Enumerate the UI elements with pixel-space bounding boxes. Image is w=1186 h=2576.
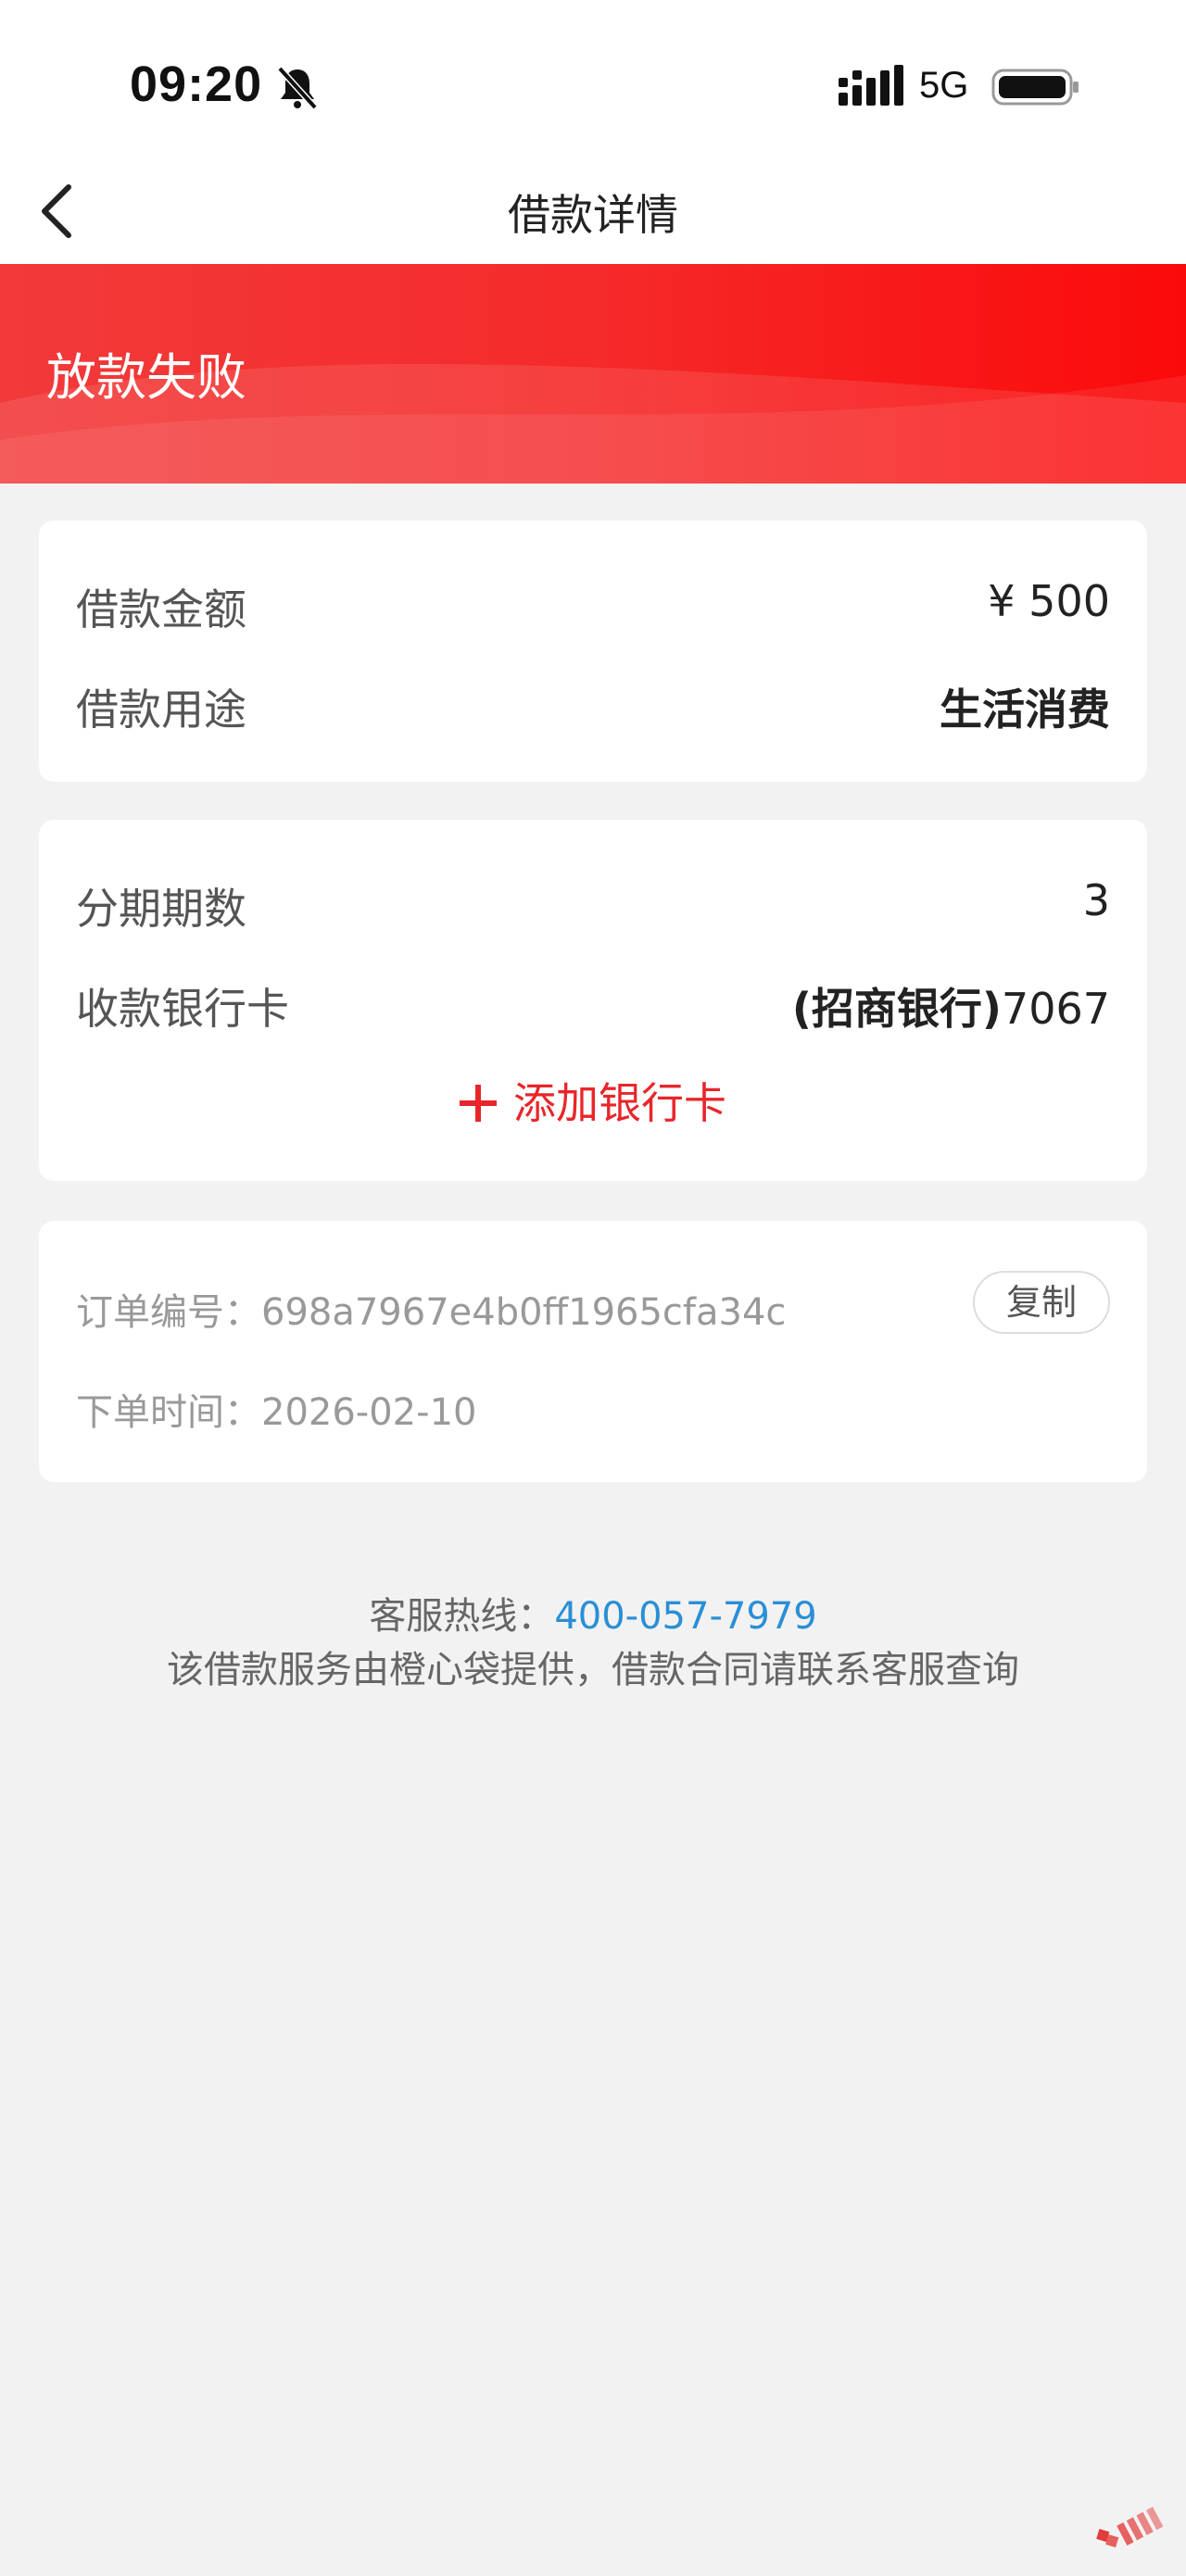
loan-info-card: 借款金额 ¥ 500 借款用途 生活消费 (39, 521, 1147, 782)
page-title: 借款详情 (508, 190, 678, 240)
order-number-value: 698a7967e4b0ff1965cfa34c (261, 1291, 787, 1334)
signal-icon (839, 65, 903, 106)
bell-muted-icon (277, 66, 318, 110)
add-bank-card-label: 添加银行卡 (513, 1078, 726, 1128)
status-time: 09:20 (130, 57, 263, 112)
loan-status-title: 放款失败 (46, 348, 246, 407)
order-time-row: 下单时间：2026-02-10 (76, 1382, 476, 1436)
loan-amount-value: ¥ 500 (988, 576, 1110, 626)
battery-icon (991, 69, 1079, 106)
installment-periods-value: 3 (1082, 875, 1110, 925)
order-number-row: 订单编号：698a7967e4b0ff1965cfa34c (76, 1282, 786, 1336)
add-bank-card-button[interactable]: 添加银行卡 (39, 1070, 1147, 1131)
hotline-label: 客服热线： (369, 1595, 555, 1638)
kanong-watermark-logo (1096, 2507, 1164, 2548)
bank-card-value: (招商银行)7067 (792, 975, 1110, 1037)
nav-bar: 借款详情 (0, 157, 1186, 264)
loan-detail-page: 09:20 5G 借款详情 放款失败 借款金额 ¥ 500 借款用途 生活消费 … (0, 0, 1186, 2576)
loan-amount-label: 借款金额 (76, 584, 246, 635)
installment-card: 分期期数 3 收款银行卡 (招商银行)7067 添加银行卡 (39, 820, 1147, 1181)
order-number-label: 订单编号： (76, 1291, 261, 1334)
hotline-number-link[interactable]: 400-057-7979 (554, 1595, 816, 1638)
bank-name: (招商银行) (791, 984, 1002, 1034)
network-type-label: 5G (919, 65, 969, 106)
bank-card-label: 收款银行卡 (76, 984, 289, 1034)
order-time-label: 下单时间： (76, 1391, 261, 1434)
order-info-card: 订单编号：698a7967e4b0ff1965cfa34c 复制 下单时间：20… (39, 1221, 1147, 1482)
bank-card-tail-number: 7067 (1001, 984, 1110, 1034)
plus-icon (460, 1085, 497, 1122)
copy-order-number-button[interactable]: 复制 (973, 1271, 1110, 1334)
order-time-value: 2026-02-10 (261, 1391, 477, 1434)
loan-purpose-label: 借款用途 (76, 685, 246, 735)
installment-periods-label: 分期期数 (76, 884, 246, 934)
loan-status-banner: 放款失败 (0, 264, 1186, 484)
status-bar: 09:20 5G (0, 0, 1186, 157)
service-provider-note: 该借款服务由橙心袋提供，借款合同请联系客服查询 (167, 1649, 1019, 1691)
loan-purpose-value: 生活消费 (940, 685, 1110, 735)
customer-service-hotline: 客服热线：400-057-7979 (0, 1586, 1186, 1640)
